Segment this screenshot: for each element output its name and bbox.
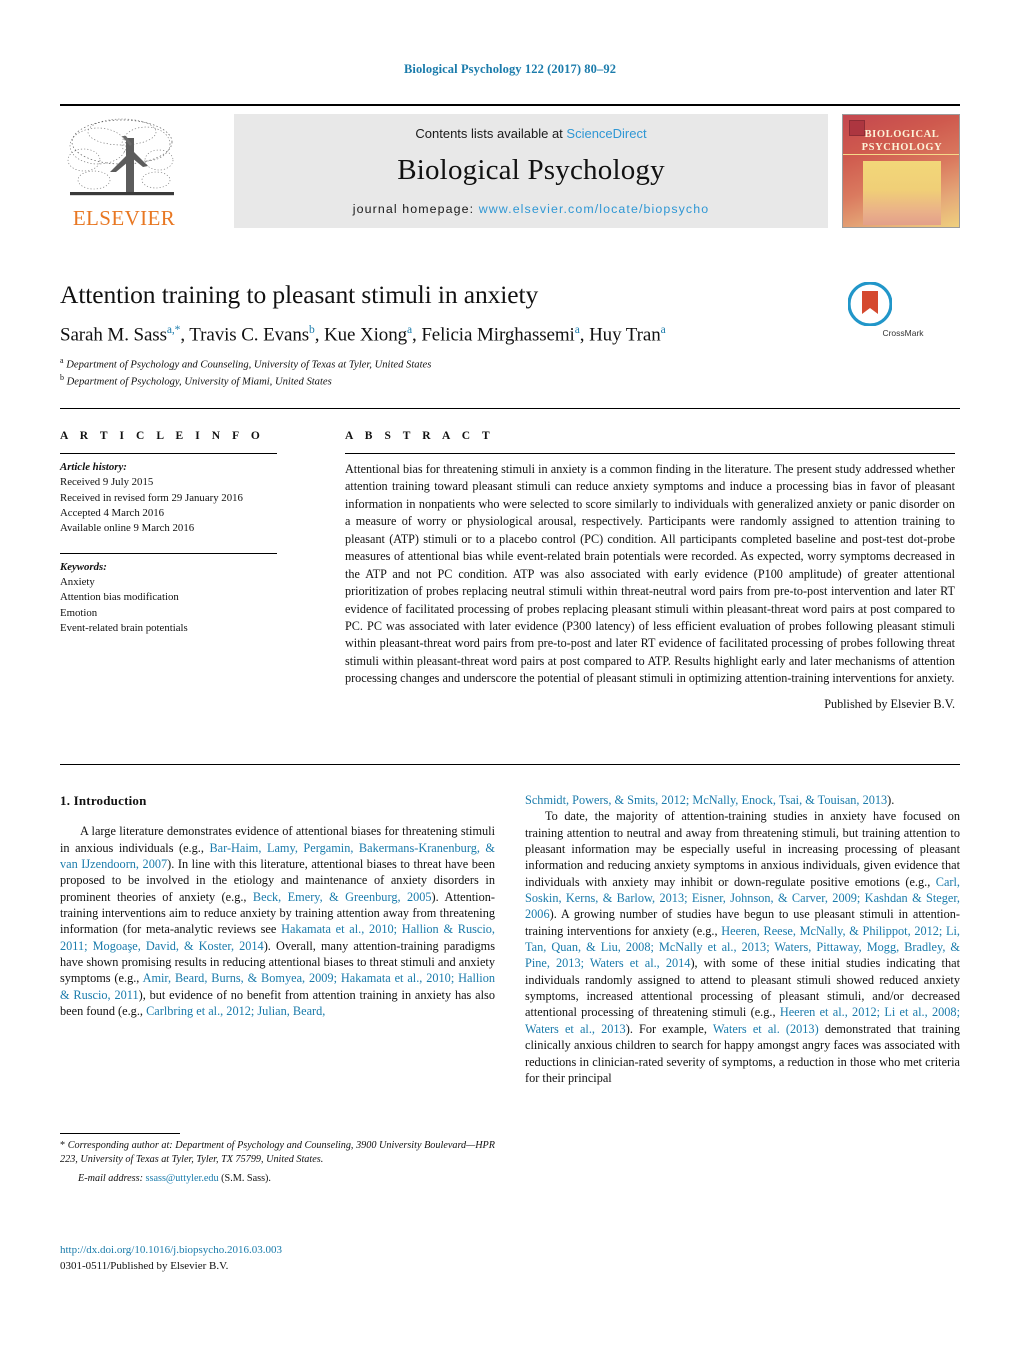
page-title: Attention training to pleasant stimuli i… — [60, 280, 539, 309]
corresponding-author-note: * Corresponding author at: Department of… — [60, 1140, 496, 1166]
journal-title: Biological Psychology — [397, 154, 665, 186]
cover-art-panel — [863, 161, 941, 225]
keyword-item: Attention bias modification — [60, 591, 179, 604]
email-label: E-mail address: — [78, 1172, 143, 1184]
doi-block: http://dx.doi.org/10.1016/j.biopsycho.20… — [60, 1243, 495, 1275]
abstract-publisher-line: Published by Elsevier B.V. — [824, 696, 955, 711]
introduction-heading: 1. Introduction — [60, 793, 147, 808]
contents-banner: Contents lists available at ScienceDirec… — [234, 114, 828, 228]
abstract-column: A B S T R A C T Attentional bias for thr… — [345, 430, 955, 712]
crossmark-icon — [847, 281, 893, 327]
keyword-item: Emotion — [60, 606, 98, 619]
abstract-rule — [345, 453, 955, 454]
email-link[interactable]: ssass@uttyler.edu — [146, 1173, 219, 1184]
article-info-heading: A R T I C L E I N F O — [60, 430, 265, 442]
history-item: Accepted 4 March 2016 — [60, 506, 165, 519]
crossmark-badge[interactable]: CrossMark — [847, 281, 958, 342]
info-band-bottom-rule — [60, 764, 960, 765]
footnote-rule — [60, 1133, 180, 1134]
sciencedirect-link[interactable]: ScienceDirect — [566, 126, 646, 141]
article-info-rule-2 — [60, 552, 277, 554]
email-owner: (S.M. Sass). — [221, 1172, 271, 1184]
history-item: Available online 9 March 2016 — [60, 522, 195, 535]
email-note: E-mail address: ssass@uttyler.edu (S.M. … — [60, 1172, 495, 1186]
cover-title-line1: BIOLOGICAL — [864, 129, 940, 140]
intro-paragraph-1: A large literature demonstrates evidence… — [60, 824, 496, 1019]
footnote-block: * Corresponding author at: Department of… — [60, 1133, 495, 1186]
keyword-item: Event-related brain potentials — [60, 621, 188, 634]
elsevier-tree-icon — [67, 118, 174, 196]
contents-available-line: Contents lists available at ScienceDirec… — [234, 126, 828, 141]
keywords-block: Keywords: Anxiety Attention bias modific… — [60, 560, 316, 637]
affiliations: a Department of Psychology and Counselin… — [60, 356, 820, 390]
affiliation-b: b Department of Psychology, University o… — [60, 373, 332, 388]
affiliation-a-text: Department of Psychology and Counseling,… — [66, 359, 432, 371]
abstract-text: Attentional bias for threatening stimuli… — [345, 462, 955, 686]
homepage-url-link[interactable]: www.elsevier.com/locate/biopsycho — [479, 202, 710, 216]
info-band-top-rule — [60, 408, 960, 409]
issn-line: 0301-0511/Published by Elsevier B.V. — [60, 1259, 229, 1272]
keywords-label: Keywords: — [60, 560, 107, 573]
paper-page: Biological Psychology 122 (2017) 80–92 E… — [0, 0, 1020, 1351]
journal-masthead: ELSEVIER Contents lists available at Sci… — [60, 104, 960, 230]
elsevier-wordmark: ELSEVIER — [72, 206, 176, 230]
elsevier-logo: ELSEVIER — [60, 114, 188, 230]
affiliation-a: a Department of Psychology and Counselin… — [60, 356, 432, 371]
article-history-label: Article history: — [60, 461, 127, 473]
article-history-block: Article history: Received 9 July 2015 Re… — [60, 460, 316, 537]
homepage-prefix: journal homepage: — [352, 202, 479, 216]
intro-paragraph-1-continuation: Schmidt, Powers, & Smits, 2012; McNally,… — [525, 793, 895, 807]
body-column-left: 1. Introduction A large literature demon… — [60, 792, 495, 1019]
abstract-heading: A B S T R A C T — [345, 430, 495, 442]
journal-cover-thumbnail: BIOLOGICAL PSYCHOLOGY — [842, 114, 960, 228]
intro-paragraph-2: To date, the majority of attention-train… — [525, 809, 961, 1085]
article-info-column: A R T I C L E I N F O Article history: R… — [60, 430, 316, 636]
history-item: Received in revised form 29 January 2016 — [60, 491, 243, 504]
article-info-rule-1 — [60, 453, 277, 454]
crossmark-label: CrossMark — [882, 328, 924, 338]
title-block: Attention training to pleasant stimuli i… — [60, 280, 820, 390]
keyword-item: Anxiety — [60, 575, 95, 588]
history-item: Received 9 July 2015 — [60, 476, 154, 489]
body-column-right: Schmidt, Powers, & Smits, 2012; McNally,… — [525, 792, 960, 1086]
cover-title-line2: PSYCHOLOGY — [843, 142, 959, 155]
running-head: Biological Psychology 122 (2017) 80–92 — [403, 62, 617, 76]
journal-homepage-line: journal homepage: www.elsevier.com/locat… — [234, 202, 828, 216]
doi-link[interactable]: http://dx.doi.org/10.1016/j.biopsycho.20… — [60, 1243, 495, 1259]
contents-prefix: Contents lists available at — [415, 126, 567, 141]
affiliation-b-text: Department of Psychology, University of … — [66, 376, 332, 388]
author-list: Sarah M. Sassa,*, Travis C. Evansb, Kue … — [60, 324, 666, 346]
